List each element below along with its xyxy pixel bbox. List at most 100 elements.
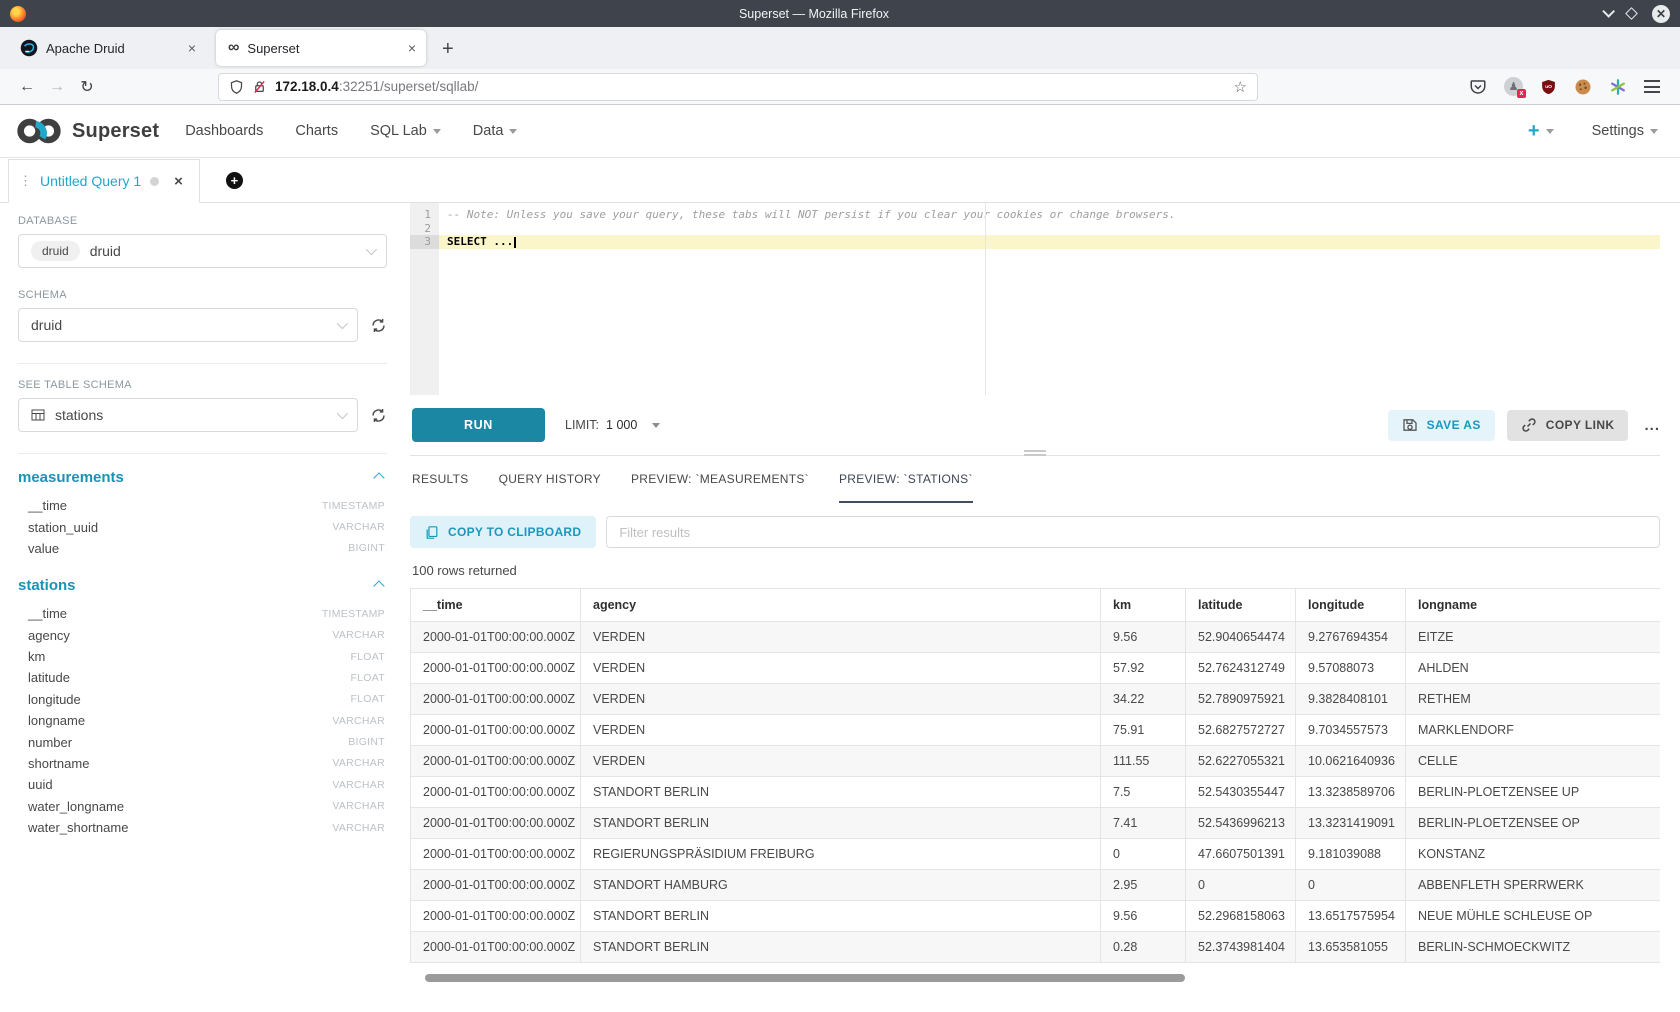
table-section-header[interactable]: measurements xyxy=(18,469,387,486)
table-cell: STANDORT HAMBURG xyxy=(581,870,1101,901)
close-query-tab-icon[interactable]: × xyxy=(174,174,183,189)
reload-icon[interactable]: ↻ xyxy=(72,77,102,97)
table-cell: 9.57088073 xyxy=(1296,653,1406,684)
table-cell: 52.3743981404 xyxy=(1186,932,1296,963)
tab-close-icon[interactable]: × xyxy=(188,41,196,55)
forward-icon[interactable]: → xyxy=(42,78,72,96)
table-name[interactable]: measurements xyxy=(18,469,124,486)
table-cell: CELLE xyxy=(1406,746,1661,777)
collapse-icon[interactable] xyxy=(373,580,384,591)
window-titlebar: Superset — Mozilla Firefox ✕ xyxy=(0,0,1680,27)
shield-icon[interactable] xyxy=(229,79,244,95)
table-cell: BERLIN-PLOETZENSEE UP xyxy=(1406,777,1661,808)
table-header-cell[interactable]: longitude xyxy=(1296,589,1406,622)
close-icon[interactable]: ✕ xyxy=(1652,5,1670,23)
asterisk-extension-icon[interactable] xyxy=(1609,78,1627,96)
nav-item-dashboards[interactable]: Dashboards xyxy=(185,123,263,139)
refresh-tables-icon[interactable] xyxy=(370,407,387,424)
superset-icon: ∞ xyxy=(228,40,239,56)
table-cell: VERDEN xyxy=(581,653,1101,684)
sql-editor[interactable]: 1 2 3 -- Note: Unless you save your quer… xyxy=(410,203,1660,395)
limit-dropdown[interactable]: LIMIT: 1 000 xyxy=(565,418,660,432)
url-text[interactable]: 172.18.0.4:32251/superset/sqllab/ xyxy=(275,79,1226,94)
url-bar[interactable]: 172.18.0.4:32251/superset/sqllab/ ☆ xyxy=(218,73,1258,101)
result-tab[interactable]: PREVIEW: `MEASUREMENTS` xyxy=(631,456,809,503)
caret-down-icon xyxy=(509,129,517,134)
browser-tab-druid[interactable]: Apache Druid × xyxy=(8,30,206,66)
bookmark-star-icon[interactable]: ☆ xyxy=(1234,78,1247,96)
ublock-icon[interactable]: uO xyxy=(1540,78,1557,96)
column-name: water_shortname xyxy=(28,820,128,835)
add-query-tab-icon[interactable]: + xyxy=(226,172,243,189)
druid-icon xyxy=(20,39,38,57)
query-tab-label[interactable]: Untitled Query 1 xyxy=(40,173,141,189)
collapse-icon[interactable] xyxy=(373,472,384,483)
new-tab-button[interactable]: + xyxy=(426,38,468,69)
column-row: __timeTIMESTAMP xyxy=(18,495,387,516)
column-row: uuidVARCHAR xyxy=(18,774,387,795)
table-cell: 52.2968158063 xyxy=(1186,901,1296,932)
result-tab[interactable]: RESULTS xyxy=(412,456,469,503)
splitter-handle-icon[interactable] xyxy=(1024,450,1046,456)
table-cell: 0.28 xyxy=(1101,932,1186,963)
schema-select[interactable]: druid xyxy=(18,308,358,342)
menu-icon[interactable] xyxy=(1644,80,1660,93)
database-select[interactable]: druid druid xyxy=(18,234,387,268)
browser-tab-superset[interactable]: ∞ Superset × xyxy=(216,30,426,66)
cookie-extension-icon[interactable] xyxy=(1574,78,1592,96)
table-header-cell[interactable]: longname xyxy=(1406,589,1661,622)
drag-handle-icon[interactable]: ⋮ xyxy=(19,173,31,189)
table-cell: BERLIN-PLOETZENSEE OP xyxy=(1406,808,1661,839)
maximize-icon[interactable] xyxy=(1625,7,1638,20)
browser-navbar: ← → ↻ 172.18.0.4:32251/superset/sqllab/ … xyxy=(0,69,1680,105)
save-as-button[interactable]: SAVE AS xyxy=(1388,410,1495,441)
query-tab[interactable]: ⋮ Untitled Query 1 × xyxy=(8,159,200,203)
table-cell: 75.91 xyxy=(1101,715,1186,746)
schema-tables: measurements__timeTIMESTAMPstation_uuidV… xyxy=(18,469,387,838)
new-item-button[interactable]: + xyxy=(1528,121,1554,141)
minimize-icon[interactable] xyxy=(1602,5,1615,18)
results-table-container: __timeagencykmlatitudelongitudelongname … xyxy=(410,588,1660,963)
column-row: kmFLOAT xyxy=(18,646,387,667)
result-tab[interactable]: QUERY HISTORY xyxy=(499,456,601,503)
table-header-cell[interactable]: latitude xyxy=(1186,589,1296,622)
active-code-line: SELECT ... xyxy=(439,235,1660,249)
table-name[interactable]: stations xyxy=(18,577,76,594)
more-options-button[interactable]: ... xyxy=(1644,417,1660,434)
table-row: 2000-01-01T00:00:00.000ZSTANDORT BERLIN7… xyxy=(411,808,1661,839)
table-select[interactable]: stations xyxy=(18,398,358,432)
column-row: valueBIGINT xyxy=(18,538,387,559)
error-badge: x xyxy=(1517,89,1526,98)
superset-logo[interactable]: Superset xyxy=(14,115,159,147)
table-cell: 34.22 xyxy=(1101,684,1186,715)
copy-to-clipboard-button[interactable]: COPY TO CLIPBOARD xyxy=(410,516,596,548)
table-row: 2000-01-01T00:00:00.000ZREGIERUNGSPRÄSID… xyxy=(411,839,1661,870)
tab-close-icon[interactable]: × xyxy=(408,41,416,55)
filter-results-input[interactable] xyxy=(606,516,1660,548)
nav-item-sql-lab[interactable]: SQL Lab xyxy=(370,123,441,139)
table-cell: 2000-01-01T00:00:00.000Z xyxy=(411,715,581,746)
pane-splitter[interactable] xyxy=(410,455,1660,456)
h-scrollbar[interactable] xyxy=(410,974,1660,982)
table-header-cell[interactable]: km xyxy=(1101,589,1186,622)
table-cell: 52.6827572727 xyxy=(1186,715,1296,746)
pocket-icon[interactable] xyxy=(1469,78,1487,96)
database-pill: druid xyxy=(31,241,80,261)
run-button[interactable]: RUN xyxy=(412,408,545,442)
nav-item-data[interactable]: Data xyxy=(473,123,518,139)
h-scrollbar-thumb[interactable] xyxy=(425,974,1185,982)
result-tab[interactable]: PREVIEW: `STATIONS` xyxy=(839,456,973,503)
table-section-header[interactable]: stations xyxy=(18,577,387,594)
table-header-cell[interactable]: __time xyxy=(411,589,581,622)
back-icon[interactable]: ← xyxy=(12,78,42,96)
refresh-schema-icon[interactable] xyxy=(370,317,387,334)
table-row: 2000-01-01T00:00:00.000ZVERDEN75.9152.68… xyxy=(411,715,1661,746)
settings-menu[interactable]: Settings xyxy=(1592,123,1658,139)
text-cursor xyxy=(514,237,516,248)
insecure-lock-icon[interactable] xyxy=(252,79,267,95)
nav-item-charts[interactable]: Charts xyxy=(295,123,338,139)
copy-link-button[interactable]: COPY LINK xyxy=(1507,410,1629,441)
account-extension-icon[interactable]: ♟x xyxy=(1504,77,1523,96)
column-row: water_shortnameVARCHAR xyxy=(18,817,387,838)
table-header-cell[interactable]: agency xyxy=(581,589,1101,622)
